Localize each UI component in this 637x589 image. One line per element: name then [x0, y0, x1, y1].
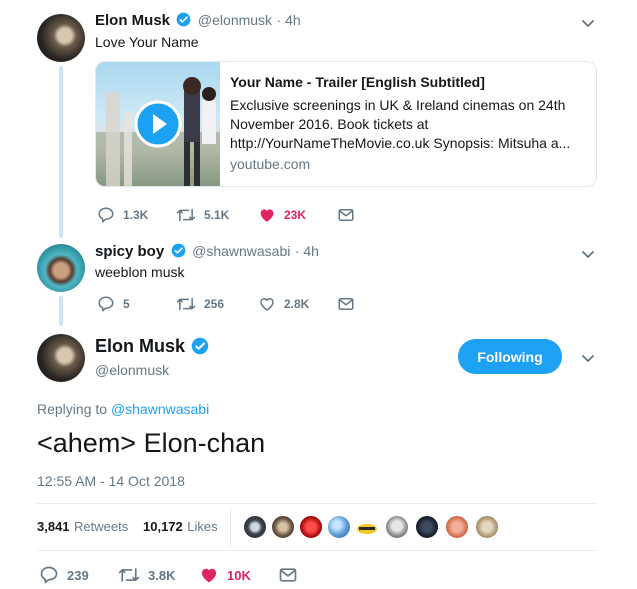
tweet-time[interactable]: · 4h [295, 243, 319, 259]
user-handle[interactable]: @elonmusk [95, 362, 169, 378]
liker-avatar[interactable] [243, 515, 267, 539]
card-domain: youtube.com [230, 156, 311, 172]
replying-to: Replying to @shawnwasabi [37, 401, 209, 417]
verified-icon [192, 337, 209, 355]
card-title: Your Name - Trailer [English Subtitled] [230, 74, 485, 90]
card-description: Exclusive screenings in UK & Ireland cin… [230, 97, 571, 151]
reply-icon [98, 207, 114, 223]
reply-icon [40, 566, 58, 584]
avatar[interactable] [37, 244, 85, 292]
liker-avatar[interactable] [355, 515, 379, 539]
author-block: Elon Musk [95, 336, 211, 357]
liker-avatar[interactable] [445, 515, 469, 539]
like-total: 10,172 [143, 519, 183, 534]
verified-icon [171, 243, 186, 258]
like-button[interactable]: 2.8K [258, 295, 309, 313]
retweet-button[interactable]: 5.1K [176, 206, 229, 224]
retweet-total: 3,841 [37, 519, 70, 534]
mail-icon [338, 209, 354, 221]
replying-to-label: Replying to [37, 401, 108, 417]
link-card[interactable]: Your Name - Trailer [English Subtitled] … [95, 61, 597, 187]
reply-button[interactable]: 239 [39, 565, 89, 585]
heart-filled-icon [260, 209, 274, 222]
thread-line [59, 66, 63, 238]
like-button[interactable]: 10K [199, 565, 251, 585]
liker-avatar[interactable] [327, 515, 351, 539]
display-name[interactable]: Elon Musk [95, 336, 185, 356]
avatar[interactable] [37, 334, 85, 382]
like-count: 10K [227, 567, 251, 583]
chevron-down-icon[interactable] [580, 350, 596, 366]
retweet-icon [176, 297, 196, 311]
tweet-header: Elon Musk @elonmusk · 4h [95, 12, 301, 30]
retweet-button[interactable]: 256 [176, 295, 224, 313]
retweet-count: 256 [204, 297, 225, 311]
mail-icon [338, 298, 354, 310]
reply-button[interactable]: 5 [97, 295, 130, 313]
retweet-count: 3.8K [148, 567, 176, 583]
like-count: 2.8K [284, 297, 310, 311]
user-handle[interactable]: @shawnwasabi [192, 243, 290, 259]
liker-avatar[interactable] [415, 515, 439, 539]
tweet-time[interactable]: · 4h [277, 12, 301, 28]
reply-icon [98, 296, 114, 312]
display-name[interactable]: Elon Musk [95, 12, 170, 29]
tweet-header: spicy boy @shawnwasabi · 4h [95, 243, 319, 261]
divider [37, 503, 597, 504]
message-button[interactable] [337, 206, 363, 224]
chevron-down-icon[interactable] [580, 15, 596, 31]
message-button[interactable] [278, 565, 306, 585]
reply-count: 239 [67, 567, 89, 583]
like-label: Likes [187, 519, 218, 534]
liker-avatar[interactable] [271, 515, 295, 539]
tweet-timestamp[interactable]: 12:55 AM - 14 Oct 2018 [37, 473, 185, 489]
reply-count: 1.3K [123, 208, 149, 222]
heart-filled-icon [201, 568, 217, 583]
liker-avatar[interactable] [385, 515, 409, 539]
like-stat[interactable]: 10,172 Likes [143, 518, 218, 536]
message-button[interactable] [337, 295, 363, 313]
retweet-stat[interactable]: 3,841 Retweets [37, 518, 128, 536]
divider [37, 550, 597, 551]
user-handle[interactable]: @elonmusk [198, 12, 272, 28]
retweet-icon [176, 208, 196, 222]
display-name[interactable]: spicy boy [95, 243, 164, 260]
main-tweet-text: <ahem> Elon-chan [37, 428, 266, 458]
tweet-text: weeblon musk [95, 264, 185, 280]
replying-to-handle[interactable]: @shawnwasabi [111, 401, 209, 417]
retweet-icon [118, 568, 140, 582]
retweet-label: Retweets [74, 519, 129, 534]
liker-avatar[interactable] [299, 515, 323, 539]
like-count: 23K [284, 208, 307, 222]
reply-count: 5 [123, 297, 130, 311]
reply-button[interactable]: 1.3K [97, 206, 148, 224]
verified-icon [177, 12, 191, 27]
mail-icon [279, 568, 297, 582]
following-button[interactable]: Following [458, 339, 562, 374]
like-button[interactable]: 23K [258, 206, 306, 224]
retweet-button[interactable]: 3.8K [118, 565, 175, 585]
play-icon[interactable] [134, 100, 182, 148]
chevron-down-icon[interactable] [580, 246, 596, 262]
thread-line [59, 296, 63, 326]
retweet-count: 5.1K [204, 208, 230, 222]
tweet-text: Love Your Name [95, 34, 199, 50]
card-thumbnail [96, 62, 220, 186]
avatar[interactable] [37, 14, 85, 62]
liker-avatar[interactable] [475, 515, 499, 539]
heart-icon [260, 298, 274, 311]
stats-separator [230, 508, 231, 546]
